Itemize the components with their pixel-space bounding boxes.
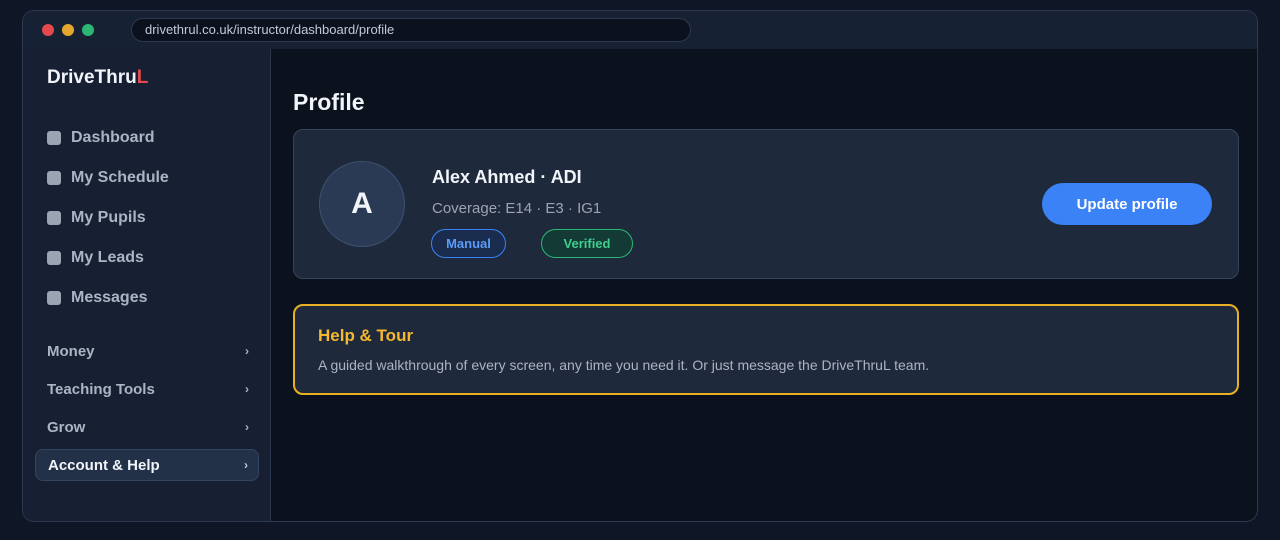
brand-logo[interactable]: DriveThruL bbox=[47, 67, 148, 89]
sidebar-group-label: Grow bbox=[47, 418, 86, 436]
sidebar-group-label: Account & Help bbox=[48, 456, 160, 474]
badge-manual: Manual bbox=[431, 229, 506, 258]
close-window-icon[interactable] bbox=[42, 24, 54, 36]
profile-card: A Alex Ahmed · ADI Coverage: E14 · E3 · … bbox=[293, 129, 1239, 279]
sidebar-item-messages[interactable]: Messages bbox=[47, 286, 148, 310]
update-profile-button[interactable]: Update profile bbox=[1042, 183, 1212, 225]
sidebar-item-dashboard[interactable]: Dashboard bbox=[47, 126, 155, 150]
sidebar-item-label: Messages bbox=[71, 289, 148, 306]
nav-square-icon bbox=[47, 171, 61, 185]
sidebar-group-account-help[interactable]: Account & Help › bbox=[35, 449, 259, 481]
sidebar-group-label: Teaching Tools bbox=[47, 380, 155, 398]
title-bar: drivethrul.co.uk/instructor/dashboard/pr… bbox=[23, 11, 1257, 49]
sidebar-group-label: Money bbox=[47, 342, 95, 360]
brand-accent: L bbox=[136, 67, 149, 88]
sidebar-group-grow[interactable]: Grow › bbox=[35, 411, 259, 443]
nav-square-icon bbox=[47, 211, 61, 225]
nav-square-icon bbox=[47, 131, 61, 145]
help-description: A guided walkthrough of every screen, an… bbox=[318, 357, 930, 373]
sidebar-item-label: My Leads bbox=[71, 249, 144, 266]
browser-window: drivethrul.co.uk/instructor/dashboard/pr… bbox=[22, 10, 1258, 522]
badge-verified: Verified bbox=[541, 229, 633, 258]
sidebar-item-label: My Schedule bbox=[71, 169, 169, 186]
help-title: Help & Tour bbox=[318, 326, 414, 345]
sidebar: DriveThruL Dashboard My Schedule My Pupi… bbox=[23, 49, 271, 521]
page-title: Profile bbox=[293, 89, 365, 115]
brand-name: DriveThru bbox=[47, 67, 137, 88]
help-tour-card[interactable]: Help & Tour A guided walkthrough of ever… bbox=[293, 304, 1239, 395]
profile-name: Alex Ahmed · ADI bbox=[432, 167, 582, 187]
sidebar-group-teaching-tools[interactable]: Teaching Tools › bbox=[35, 373, 259, 405]
sidebar-item-my-schedule[interactable]: My Schedule bbox=[47, 166, 169, 190]
main-content: Profile A Alex Ahmed · ADI Coverage: E14… bbox=[272, 49, 1257, 521]
sidebar-item-my-pupils[interactable]: My Pupils bbox=[47, 206, 146, 230]
avatar: A bbox=[319, 161, 405, 247]
minimize-window-icon[interactable] bbox=[62, 24, 74, 36]
address-bar[interactable]: drivethrul.co.uk/instructor/dashboard/pr… bbox=[131, 18, 691, 42]
nav-square-icon bbox=[47, 291, 61, 305]
chevron-right-icon: › bbox=[245, 420, 249, 434]
sidebar-item-my-leads[interactable]: My Leads bbox=[47, 246, 144, 270]
sidebar-group-money[interactable]: Money › bbox=[35, 335, 259, 367]
profile-coverage: Coverage: E14 · E3 · IG1 bbox=[432, 200, 602, 217]
chevron-right-icon: › bbox=[245, 344, 249, 358]
chevron-right-icon: › bbox=[244, 458, 248, 472]
nav-square-icon bbox=[47, 251, 61, 265]
sidebar-item-label: Dashboard bbox=[71, 129, 155, 146]
sidebar-item-label: My Pupils bbox=[71, 209, 146, 226]
chevron-right-icon: › bbox=[245, 382, 249, 396]
maximize-window-icon[interactable] bbox=[82, 24, 94, 36]
